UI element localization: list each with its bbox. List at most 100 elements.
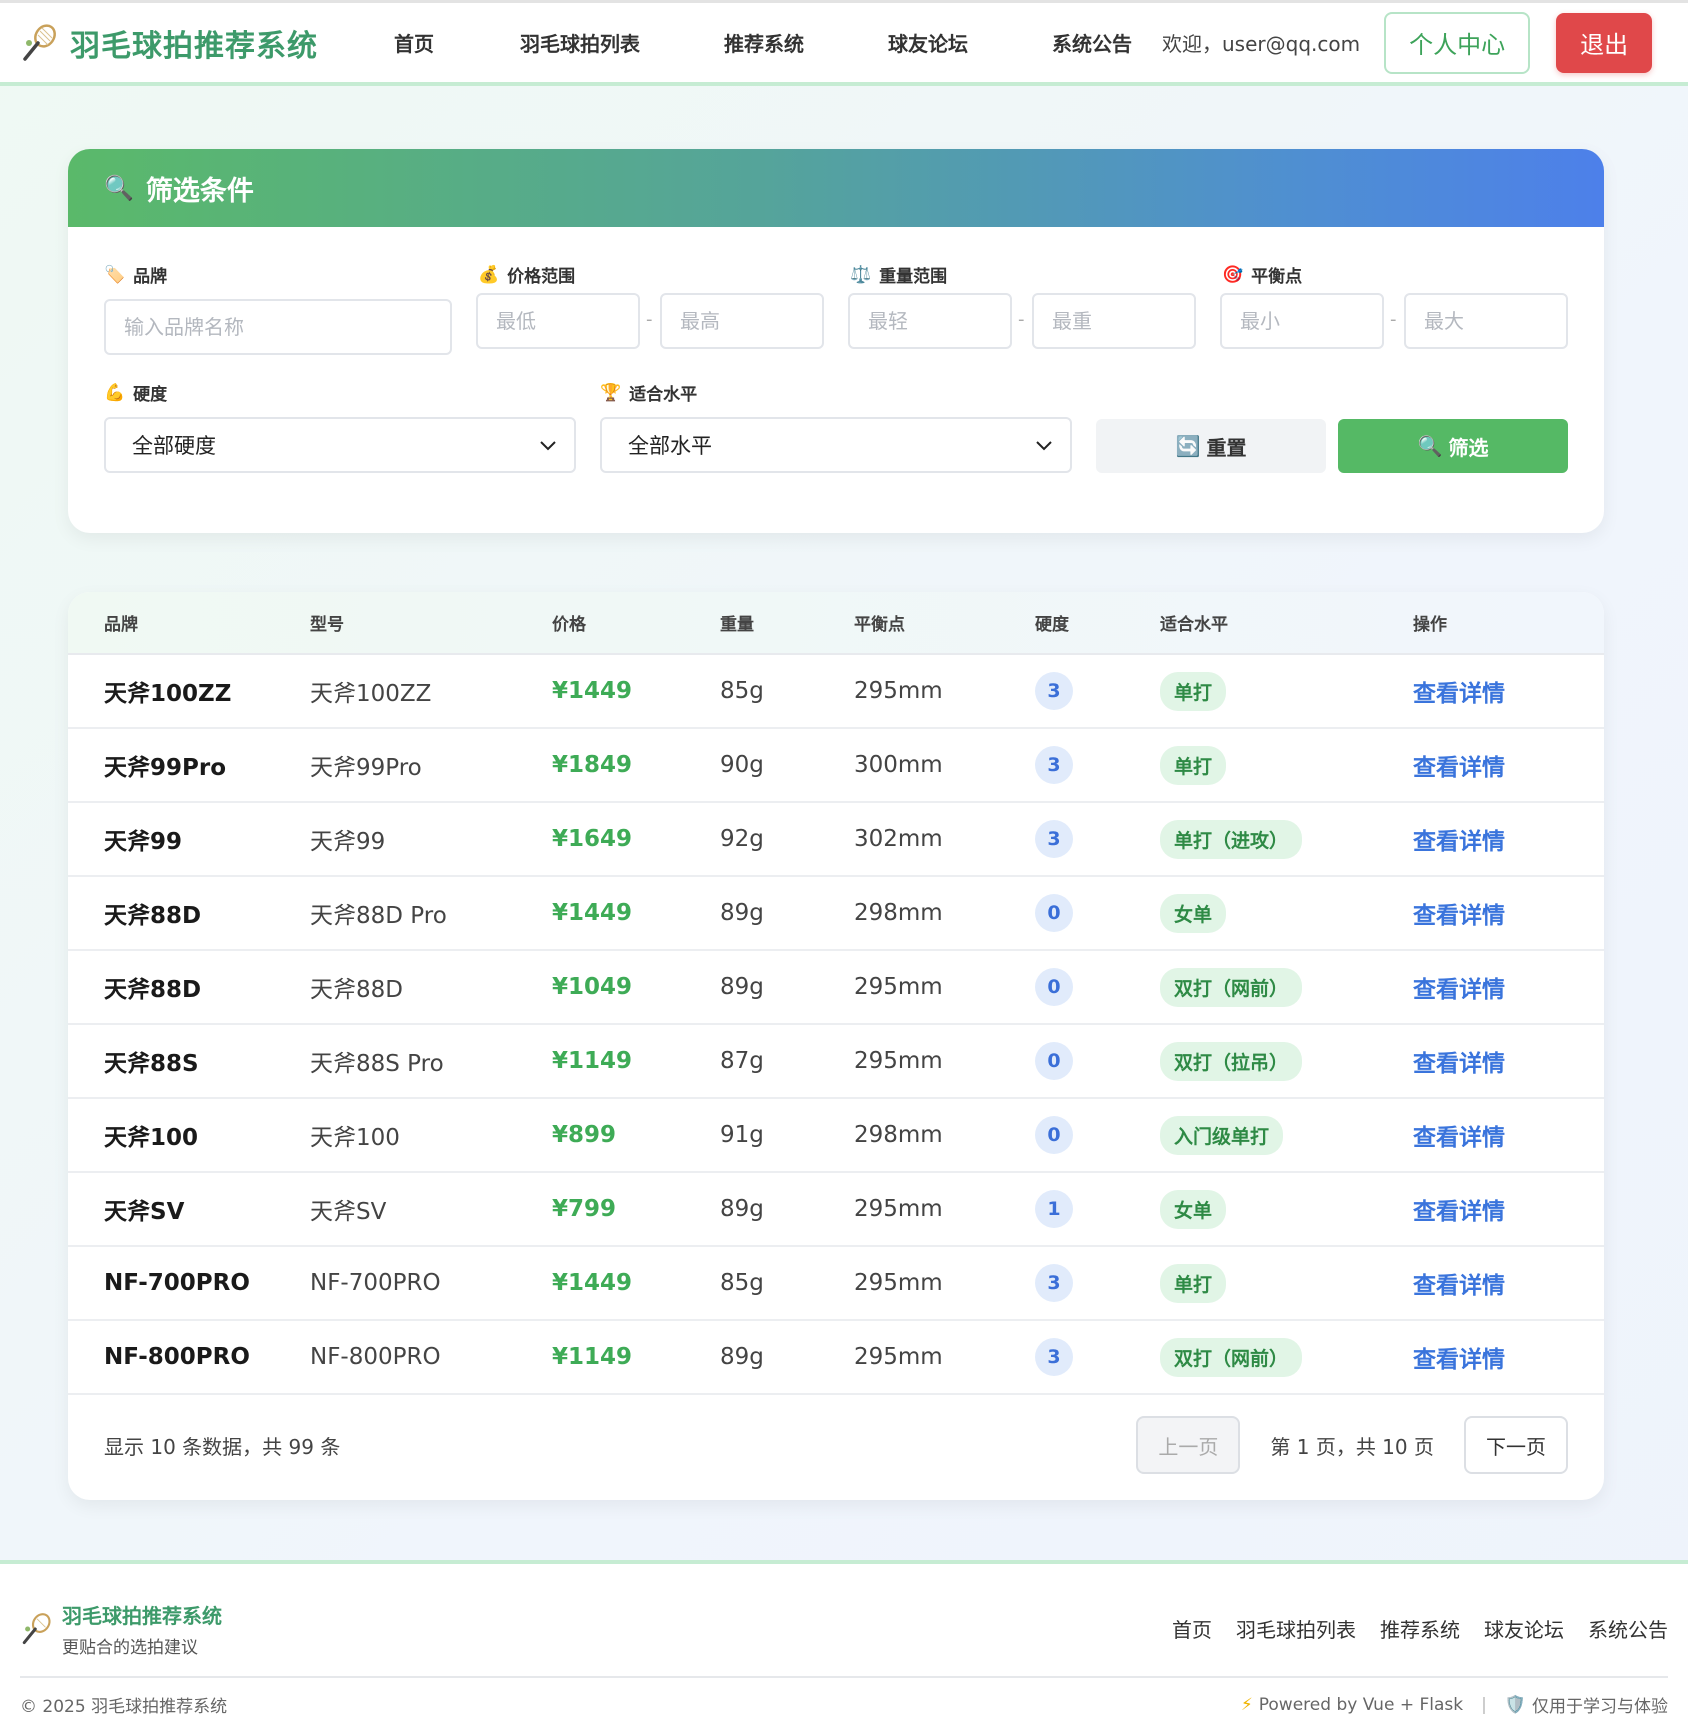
cell-price: ¥799 (552, 1172, 720, 1247)
cell-balance: 298mm (854, 876, 1035, 951)
cell-weight: 91g (720, 1098, 854, 1173)
hardness-select-value: 全部硬度 (132, 434, 216, 458)
cell-action: 查看详情 (1413, 802, 1604, 877)
magnifier-icon: 🔍 (104, 174, 134, 202)
view-details-link[interactable]: 查看详情 (1413, 903, 1505, 929)
pagination: 显示 10 条数据，共 99 条 上一页 第 1 页，共 10 页 下一页 (68, 1390, 1604, 1500)
nav-announcement[interactable]: 系统公告 (1052, 3, 1132, 82)
hardness-badge: 0 (1035, 1042, 1073, 1080)
nav-recommend[interactable]: 推荐系统 (724, 3, 804, 82)
view-details-link[interactable]: 查看详情 (1413, 1273, 1505, 1299)
hardness-badge: 1 (1035, 1190, 1073, 1228)
nav-home[interactable]: 首页 (394, 3, 434, 82)
cell-action: 查看详情 (1413, 654, 1604, 729)
logout-button[interactable]: 退出 (1556, 12, 1653, 73)
view-details-link[interactable]: 查看详情 (1413, 681, 1505, 707)
cell-price: ¥1649 (552, 802, 720, 877)
weight-min-input[interactable] (848, 293, 1012, 349)
hardness-badge: 0 (1035, 968, 1073, 1006)
hardness-label-text: 硬度 (133, 385, 168, 405)
cell-model: 天斧88S Pro (310, 1024, 552, 1099)
table-row: 天斧88S 天斧88S Pro ¥1149 87g 295mm 0 双打（拉吊） 查看详情 (68, 1024, 1604, 1099)
top-navbar: 羽毛球拍推荐系统 首页 羽毛球拍列表 推荐系统 球友论坛 系统公告 欢迎，use… (0, 0, 1688, 86)
cell-brand: 天斧88D (68, 950, 310, 1025)
footer-powered: Powered by Vue + Flask (1258, 1694, 1464, 1715)
cell-hardness: 3 (1035, 728, 1160, 803)
cell-action: 查看详情 (1413, 1024, 1604, 1099)
view-details-link[interactable]: 查看详情 (1413, 977, 1505, 1003)
footer-divider (20, 1676, 1668, 1678)
table-row: 天斧88D 天斧88D ¥1049 89g 295mm 0 双打（网前） 查看详情 (68, 950, 1604, 1025)
balance-label-text: 平衡点 (1251, 267, 1303, 287)
footer-nav-home[interactable]: 首页 (1172, 1614, 1212, 1643)
cell-weight: 89g (720, 950, 854, 1025)
level-badge: 单打 (1160, 671, 1227, 711)
view-details-link[interactable]: 查看详情 (1413, 1051, 1505, 1077)
cell-balance: 300mm (854, 728, 1035, 803)
lightning-icon: ⚡ (1240, 1694, 1253, 1715)
cell-brand: 天斧100 (68, 1098, 310, 1173)
cell-price: ¥1449 (552, 654, 720, 729)
cell-price: ¥1049 (552, 950, 720, 1025)
hardness-badge: 3 (1035, 820, 1073, 858)
prev-page-button[interactable]: 上一页 (1136, 1416, 1241, 1474)
cell-level: 单打（进攻） (1160, 802, 1413, 877)
cell-action: 查看详情 (1413, 728, 1604, 803)
col-hardness: 硬度 (1035, 592, 1160, 655)
view-details-link[interactable]: 查看详情 (1413, 829, 1505, 855)
reset-button[interactable]: 🔄 重置 (1096, 419, 1326, 473)
balance-min-input[interactable] (1220, 293, 1384, 349)
price-label: 💰 价格范围 (478, 262, 575, 288)
hardness-badge: 0 (1035, 894, 1073, 932)
trophy-icon: 🏆 (600, 382, 622, 403)
footer-nav-forum[interactable]: 球友论坛 (1484, 1614, 1564, 1643)
filter-button-label: 筛选 (1448, 435, 1489, 460)
cell-model: NF-700PRO (310, 1246, 552, 1321)
view-details-link[interactable]: 查看详情 (1413, 755, 1505, 781)
footer-meta: ⚡ Powered by Vue + Flask | 🛡️ 仅用于学习与体验 (1240, 1692, 1668, 1718)
nav-forum[interactable]: 球友论坛 (888, 3, 968, 82)
hardness-select[interactable]: 全部硬度 (104, 417, 576, 473)
cell-action: 查看详情 (1413, 1172, 1604, 1247)
cell-balance: 302mm (854, 802, 1035, 877)
footer-nav-racket-list[interactable]: 羽毛球拍列表 (1236, 1614, 1356, 1643)
filter-button[interactable]: 🔍 筛选 (1338, 419, 1568, 473)
cell-balance: 295mm (854, 1024, 1035, 1099)
hardness-badge: 3 (1035, 1338, 1073, 1376)
cell-hardness: 0 (1035, 1024, 1160, 1099)
footer-nav-announcement[interactable]: 系统公告 (1588, 1614, 1668, 1643)
price-min-input[interactable] (476, 293, 640, 349)
view-details-link[interactable]: 查看详情 (1413, 1347, 1505, 1373)
level-badge: 单打 (1160, 745, 1227, 785)
cell-brand: 天斧100ZZ (68, 654, 310, 729)
cell-level: 女单 (1160, 1172, 1413, 1247)
cell-hardness: 3 (1035, 802, 1160, 877)
profile-button[interactable]: 个人中心 (1384, 11, 1531, 74)
table-row: 天斧99 天斧99 ¥1649 92g 302mm 3 单打（进攻） 查看详情 (68, 802, 1604, 877)
next-page-button[interactable]: 下一页 (1464, 1416, 1568, 1474)
magnifier-icon: 🔍 (1417, 434, 1443, 458)
weight-max-input[interactable] (1032, 293, 1196, 349)
level-select-value: 全部水平 (628, 434, 712, 458)
table-row: 天斧100 天斧100 ¥899 91g 298mm 0 入门级单打 查看详情 (68, 1098, 1604, 1173)
level-badge: 双打（拉吊） (1160, 1041, 1303, 1081)
cell-hardness: 3 (1035, 1246, 1160, 1321)
weight-label: ⚖️ 重量范围 (850, 262, 947, 288)
nav-racket-list[interactable]: 羽毛球拍列表 (520, 3, 640, 82)
view-details-link[interactable]: 查看详情 (1413, 1125, 1505, 1151)
col-price: 价格 (552, 592, 720, 655)
footer-nav-recommend[interactable]: 推荐系统 (1380, 1614, 1460, 1643)
level-select[interactable]: 全部水平 (600, 417, 1072, 473)
price-max-input[interactable] (660, 293, 824, 349)
footer-logo: 羽毛球拍推荐系统 更贴合的选拍建议 (20, 1600, 222, 1658)
brand-input[interactable] (104, 299, 452, 355)
balance-max-input[interactable] (1404, 293, 1568, 349)
tag-icon: 🏷️ (104, 264, 126, 285)
cell-brand: 天斧99 (68, 802, 310, 877)
racket-table: 品牌 型号 价格 重量 平衡点 硬度 适合水平 操作 天斧100ZZ 天斧100Z… (68, 592, 1604, 1395)
view-details-link[interactable]: 查看详情 (1413, 1199, 1505, 1225)
app-logo[interactable]: 羽毛球拍推荐系统 (20, 21, 360, 65)
cell-weight: 89g (720, 1172, 854, 1247)
chevron-down-icon (1036, 441, 1052, 451)
level-badge: 单打（进攻） (1160, 819, 1303, 859)
